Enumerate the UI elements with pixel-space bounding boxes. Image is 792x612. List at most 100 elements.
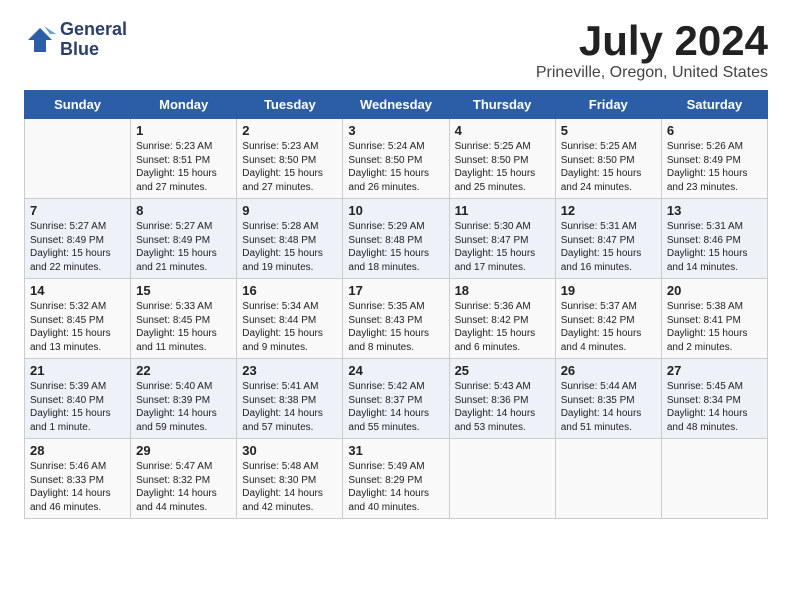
- calendar-table: SundayMondayTuesdayWednesdayThursdayFrid…: [24, 90, 768, 519]
- calendar-cell: 24 Sunrise: 5:42 AM Sunset: 8:37 PM Dayli…: [343, 359, 449, 439]
- calendar-cell: 26 Sunrise: 5:44 AM Sunset: 8:35 PM Dayli…: [555, 359, 661, 439]
- day-info: Sunrise: 5:46 AM Sunset: 8:33 PM Dayligh…: [30, 460, 125, 514]
- day-info: Sunrise: 5:42 AM Sunset: 8:37 PM Dayligh…: [348, 380, 443, 434]
- day-info: Sunrise: 5:37 AM Sunset: 8:42 PM Dayligh…: [561, 300, 656, 354]
- day-info: Sunrise: 5:41 AM Sunset: 8:38 PM Dayligh…: [242, 380, 337, 434]
- calendar-cell: 29Sunrise: 5:47 AM Sunset: 8:32 PM Dayli…: [131, 439, 237, 519]
- day-number: 19: [561, 283, 656, 298]
- calendar-cell: 3 Sunrise: 5:24 AM Sunset: 8:50 PM Daylig…: [343, 119, 449, 199]
- calendar-week-row: 21Sunrise: 5:39 AM Sunset: 8:40 PM Dayli…: [25, 359, 768, 439]
- day-number: 15: [136, 283, 231, 298]
- day-info: Sunrise: 5:38 AM Sunset: 8:41 PM Dayligh…: [667, 300, 762, 354]
- day-number: 2: [242, 123, 337, 138]
- day-info: Sunrise: 5:36 AM Sunset: 8:42 PM Dayligh…: [455, 300, 550, 354]
- calendar-cell: 15 Sunrise: 5:33 AM Sunset: 8:45 PM Dayli…: [131, 279, 237, 359]
- weekday-header-thursday: Thursday: [449, 91, 555, 119]
- day-number: 8: [136, 203, 231, 218]
- calendar-cell: 21Sunrise: 5:39 AM Sunset: 8:40 PM Dayli…: [25, 359, 131, 439]
- calendar-cell: 27 Sunrise: 5:45 AM Sunset: 8:34 PM Dayli…: [661, 359, 767, 439]
- calendar-cell: 18Sunrise: 5:36 AM Sunset: 8:42 PM Dayli…: [449, 279, 555, 359]
- calendar-cell: [449, 439, 555, 519]
- day-info: Sunrise: 5:49 AM Sunset: 8:29 PM Dayligh…: [348, 460, 443, 514]
- month-title: July 2024: [536, 20, 768, 62]
- day-number: 22: [136, 363, 231, 378]
- calendar-cell: 19 Sunrise: 5:37 AM Sunset: 8:42 PM Dayli…: [555, 279, 661, 359]
- day-number: 12: [561, 203, 656, 218]
- day-number: 25: [455, 363, 550, 378]
- calendar-cell: [25, 119, 131, 199]
- calendar-cell: 6Sunrise: 5:26 AM Sunset: 8:49 PM Daylig…: [661, 119, 767, 199]
- weekday-header-saturday: Saturday: [661, 91, 767, 119]
- title-block: July 2024 Prineville, Oregon, United Sta…: [536, 20, 768, 82]
- calendar-cell: 16Sunrise: 5:34 AM Sunset: 8:44 PM Dayli…: [237, 279, 343, 359]
- day-info: Sunrise: 5:40 AM Sunset: 8:39 PM Dayligh…: [136, 380, 231, 434]
- day-number: 29: [136, 443, 231, 458]
- calendar-cell: 23Sunrise: 5:41 AM Sunset: 8:38 PM Dayli…: [237, 359, 343, 439]
- day-number: 11: [455, 203, 550, 218]
- calendar-cell: 12Sunrise: 5:31 AM Sunset: 8:47 PM Dayli…: [555, 199, 661, 279]
- day-info: Sunrise: 5:29 AM Sunset: 8:48 PM Dayligh…: [348, 220, 443, 274]
- calendar-cell: 13 Sunrise: 5:31 AM Sunset: 8:46 PM Dayli…: [661, 199, 767, 279]
- calendar-week-row: 7 Sunrise: 5:27 AM Sunset: 8:49 PM Daylig…: [25, 199, 768, 279]
- day-number: 3: [348, 123, 443, 138]
- day-info: Sunrise: 5:23 AM Sunset: 8:51 PM Dayligh…: [136, 140, 231, 194]
- page-header: General Blue July 2024 Prineville, Orego…: [24, 20, 768, 82]
- weekday-header-sunday: Sunday: [25, 91, 131, 119]
- day-info: Sunrise: 5:43 AM Sunset: 8:36 PM Dayligh…: [455, 380, 550, 434]
- day-info: Sunrise: 5:25 AM Sunset: 8:50 PM Dayligh…: [561, 140, 656, 194]
- day-number: 7: [30, 203, 125, 218]
- day-info: Sunrise: 5:35 AM Sunset: 8:43 PM Dayligh…: [348, 300, 443, 354]
- day-number: 13: [667, 203, 762, 218]
- logo-text: General Blue: [60, 20, 127, 60]
- day-number: 4: [455, 123, 550, 138]
- calendar-cell: 1 Sunrise: 5:23 AM Sunset: 8:51 PM Daylig…: [131, 119, 237, 199]
- day-info: Sunrise: 5:44 AM Sunset: 8:35 PM Dayligh…: [561, 380, 656, 434]
- calendar-cell: 10Sunrise: 5:29 AM Sunset: 8:48 PM Dayli…: [343, 199, 449, 279]
- day-info: Sunrise: 5:23 AM Sunset: 8:50 PM Dayligh…: [242, 140, 337, 194]
- day-info: Sunrise: 5:27 AM Sunset: 8:49 PM Dayligh…: [136, 220, 231, 274]
- weekday-header-friday: Friday: [555, 91, 661, 119]
- day-info: Sunrise: 5:31 AM Sunset: 8:46 PM Dayligh…: [667, 220, 762, 274]
- day-info: Sunrise: 5:28 AM Sunset: 8:48 PM Dayligh…: [242, 220, 337, 274]
- calendar-cell: 2 Sunrise: 5:23 AM Sunset: 8:50 PM Daylig…: [237, 119, 343, 199]
- calendar-cell: 17 Sunrise: 5:35 AM Sunset: 8:43 PM Dayli…: [343, 279, 449, 359]
- day-number: 5: [561, 123, 656, 138]
- calendar-cell: 14 Sunrise: 5:32 AM Sunset: 8:45 PM Dayli…: [25, 279, 131, 359]
- day-number: 9: [242, 203, 337, 218]
- day-number: 14: [30, 283, 125, 298]
- day-info: Sunrise: 5:33 AM Sunset: 8:45 PM Dayligh…: [136, 300, 231, 354]
- calendar-cell: 28 Sunrise: 5:46 AM Sunset: 8:33 PM Dayli…: [25, 439, 131, 519]
- day-number: 30: [242, 443, 337, 458]
- day-number: 27: [667, 363, 762, 378]
- day-number: 17: [348, 283, 443, 298]
- calendar-cell: 9 Sunrise: 5:28 AM Sunset: 8:48 PM Daylig…: [237, 199, 343, 279]
- day-info: Sunrise: 5:24 AM Sunset: 8:50 PM Dayligh…: [348, 140, 443, 194]
- day-number: 21: [30, 363, 125, 378]
- day-info: Sunrise: 5:26 AM Sunset: 8:49 PM Dayligh…: [667, 140, 762, 194]
- day-number: 1: [136, 123, 231, 138]
- calendar-cell: [555, 439, 661, 519]
- day-info: Sunrise: 5:30 AM Sunset: 8:47 PM Dayligh…: [455, 220, 550, 274]
- calendar-cell: 20 Sunrise: 5:38 AM Sunset: 8:41 PM Dayli…: [661, 279, 767, 359]
- day-number: 28: [30, 443, 125, 458]
- calendar-cell: 25 Sunrise: 5:43 AM Sunset: 8:36 PM Dayli…: [449, 359, 555, 439]
- calendar-cell: 22 Sunrise: 5:40 AM Sunset: 8:39 PM Dayli…: [131, 359, 237, 439]
- day-info: Sunrise: 5:32 AM Sunset: 8:45 PM Dayligh…: [30, 300, 125, 354]
- day-info: Sunrise: 5:48 AM Sunset: 8:30 PM Dayligh…: [242, 460, 337, 514]
- calendar-cell: 4 Sunrise: 5:25 AM Sunset: 8:50 PM Daylig…: [449, 119, 555, 199]
- day-info: Sunrise: 5:25 AM Sunset: 8:50 PM Dayligh…: [455, 140, 550, 194]
- calendar-cell: 30 Sunrise: 5:48 AM Sunset: 8:30 PM Dayli…: [237, 439, 343, 519]
- day-number: 31: [348, 443, 443, 458]
- day-info: Sunrise: 5:27 AM Sunset: 8:49 PM Dayligh…: [30, 220, 125, 274]
- calendar-cell: 7 Sunrise: 5:27 AM Sunset: 8:49 PM Daylig…: [25, 199, 131, 279]
- calendar-cell: 5 Sunrise: 5:25 AM Sunset: 8:50 PM Daylig…: [555, 119, 661, 199]
- day-info: Sunrise: 5:45 AM Sunset: 8:34 PM Dayligh…: [667, 380, 762, 434]
- day-number: 24: [348, 363, 443, 378]
- weekday-header-wednesday: Wednesday: [343, 91, 449, 119]
- day-number: 26: [561, 363, 656, 378]
- calendar-cell: 8 Sunrise: 5:27 AM Sunset: 8:49 PM Daylig…: [131, 199, 237, 279]
- day-number: 20: [667, 283, 762, 298]
- calendar-week-row: 28 Sunrise: 5:46 AM Sunset: 8:33 PM Dayli…: [25, 439, 768, 519]
- day-number: 16: [242, 283, 337, 298]
- logo: General Blue: [24, 20, 127, 60]
